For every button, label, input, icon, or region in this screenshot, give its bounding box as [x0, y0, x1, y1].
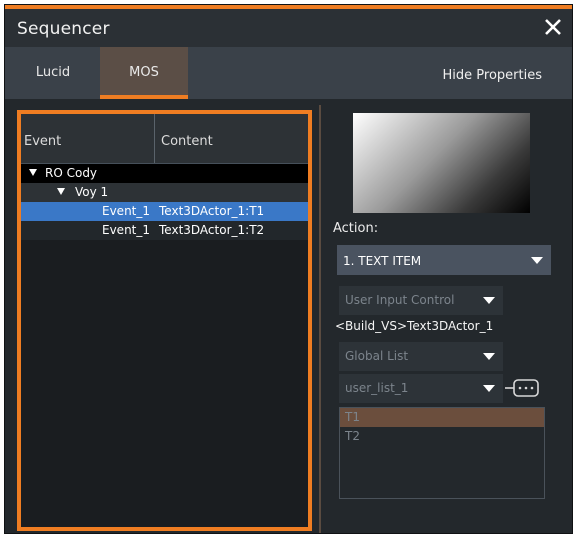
row-content: Text3DActor_1:T2	[159, 223, 265, 237]
list-item[interactable]: T2	[340, 427, 544, 446]
list-items-box[interactable]: T1 T2	[339, 407, 545, 499]
list-name-dropdown[interactable]: user_list_1	[339, 374, 503, 403]
window-title: Sequencer	[17, 19, 110, 39]
row-event: RO Cody	[45, 166, 98, 180]
title-bar: Sequencer	[5, 9, 572, 47]
tab-mos[interactable]: MOS	[100, 47, 188, 99]
action-dropdown-value: 1. TEXT ITEM	[343, 254, 422, 268]
tab-lucid[interactable]: Lucid	[29, 47, 77, 99]
column-header-content[interactable]: Content	[161, 114, 213, 163]
row-event: Event_1	[102, 223, 151, 237]
hide-properties-button[interactable]: Hide Properties	[443, 47, 542, 99]
list-type-dropdown[interactable]: Global List	[339, 342, 503, 371]
close-icon[interactable]	[542, 15, 564, 39]
action-dropdown[interactable]: 1. TEXT ITEM	[337, 245, 551, 275]
tab-bar: Lucid MOS Hide Properties	[5, 47, 572, 99]
sequencer-window: Sequencer Lucid MOS Hide Properties Even…	[4, 4, 573, 534]
chevron-down-icon	[483, 353, 495, 360]
link-list-icon[interactable]	[505, 376, 541, 400]
tree-row-story[interactable]: Voy 1	[21, 183, 308, 202]
panel-divider[interactable]	[319, 105, 321, 533]
row-event: Voy 1	[75, 185, 109, 199]
column-header-event[interactable]: Event	[24, 114, 155, 163]
tree-rows: RO Cody Voy 1 Event_1 Text3DActor_1:T1 E…	[21, 164, 308, 240]
chevron-down-icon	[483, 297, 495, 304]
action-label: Action:	[333, 221, 379, 236]
row-content: Text3DActor_1:T1	[159, 204, 265, 218]
expand-triangle-icon[interactable]	[29, 169, 37, 176]
tree-row-rundown[interactable]: RO Cody	[21, 164, 308, 183]
list-name-value: user_list_1	[345, 381, 409, 395]
input-control-value: User Input Control	[345, 293, 455, 307]
expand-triangle-icon[interactable]	[57, 188, 65, 195]
input-control-dropdown[interactable]: User Input Control	[339, 286, 503, 315]
preview-thumbnail	[353, 113, 530, 213]
tree-row-event-selected[interactable]: Event_1 Text3DActor_1:T1	[21, 202, 308, 221]
tree-header: Event Content	[21, 114, 308, 164]
build-path-text: <Build_VS>Text3DActor_1	[335, 319, 494, 333]
tree-row-event[interactable]: Event_1 Text3DActor_1:T2	[21, 221, 308, 240]
chevron-down-icon	[531, 257, 543, 264]
row-event: Event_1	[102, 204, 151, 218]
list-type-value: Global List	[345, 349, 409, 363]
list-item-selected[interactable]: T1	[340, 408, 544, 427]
event-tree-panel: Event Content RO Cody Voy 1 Event_1 Text…	[17, 110, 312, 531]
chevron-down-icon	[483, 385, 495, 392]
